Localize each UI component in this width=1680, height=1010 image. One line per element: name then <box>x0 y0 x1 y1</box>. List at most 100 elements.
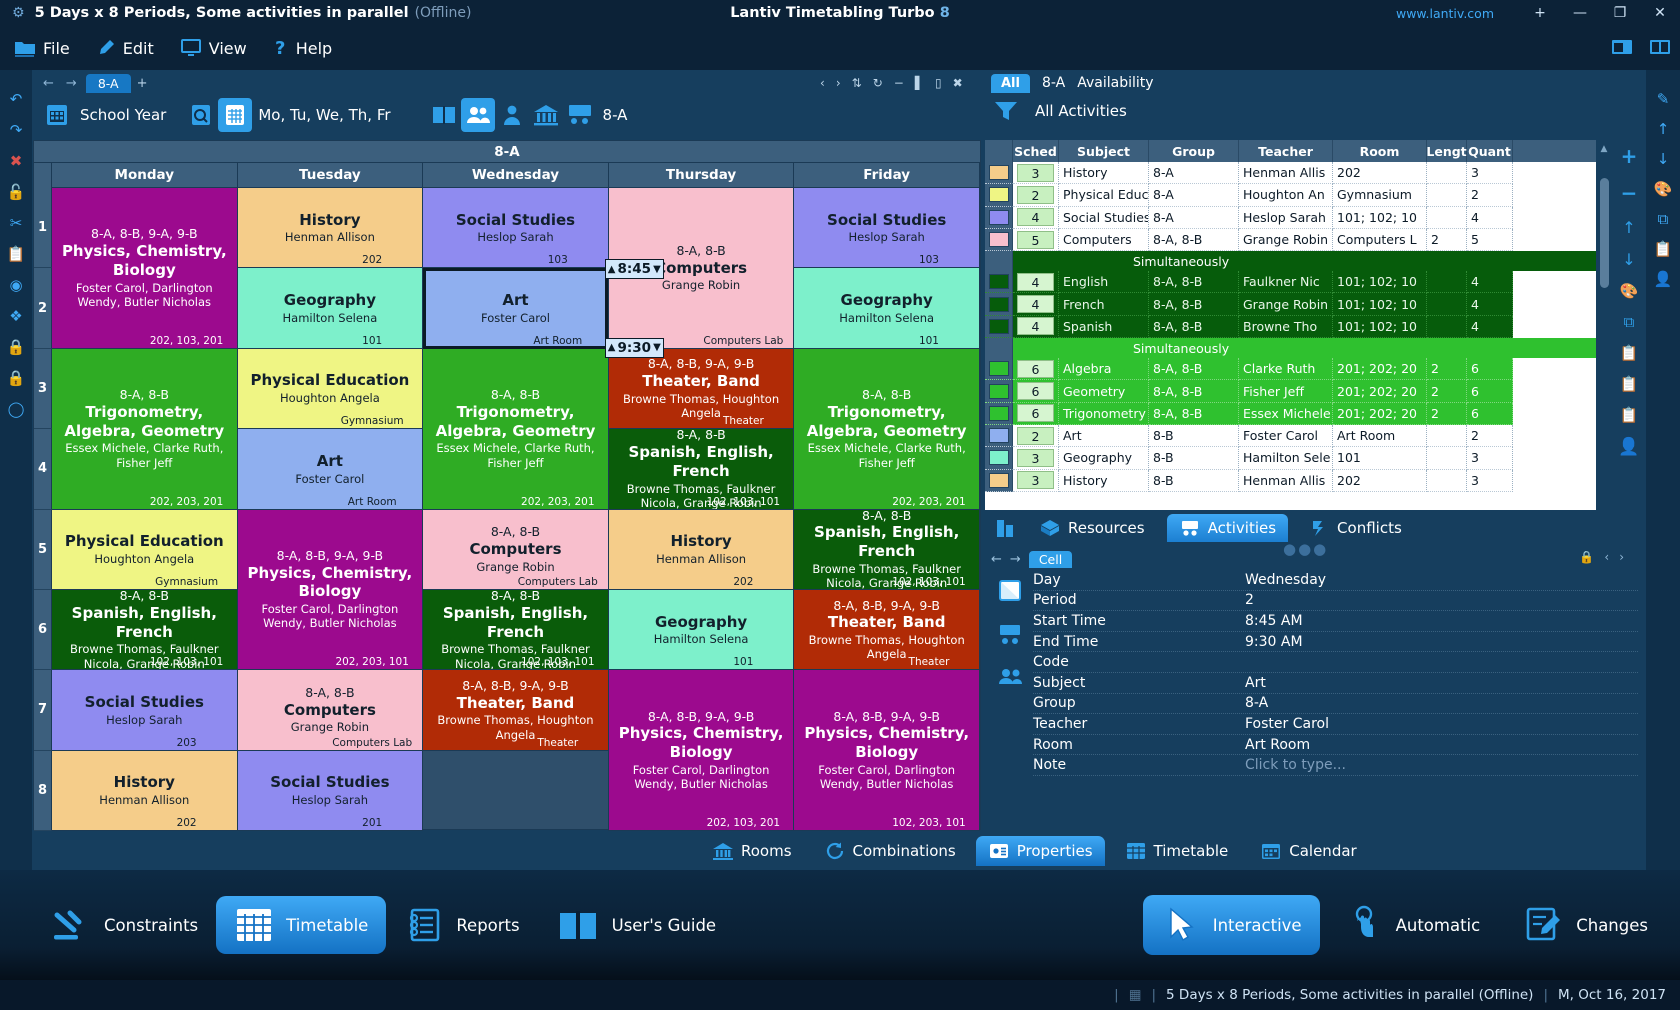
calendar-grid-icon[interactable] <box>40 98 74 132</box>
cell-subject[interactable]: Trigonometry <box>1059 402 1149 425</box>
close-icon[interactable]: ✖ <box>953 76 963 90</box>
col-length[interactable]: Lengt <box>1426 140 1467 162</box>
cell-teacher[interactable]: Hamilton Sele <box>1239 447 1333 470</box>
delete-icon[interactable]: ✖ <box>10 154 23 169</box>
timetable-cell[interactable]: 8-A, 8-B Trigonometry, Algebra, Geometry E… <box>52 348 237 510</box>
cell-sched[interactable]: 6 <box>1013 402 1059 425</box>
cell-length[interactable] <box>1427 447 1467 470</box>
prev-icon[interactable]: ‹ <box>820 76 825 90</box>
cell-quantity[interactable]: 6 <box>1467 358 1513 381</box>
cell-group[interactable]: 8-A <box>1149 184 1239 207</box>
cell-quantity[interactable]: 2 <box>1467 424 1513 448</box>
timetable-grid[interactable]: 8-A Monday Tuesday Wednesday Thursday Fr… <box>33 140 981 831</box>
bottom-tab-interactive[interactable]: Interactive <box>1142 895 1320 955</box>
property-row[interactable]: End Time 9:30 AM <box>1033 632 1638 653</box>
cell-sched[interactable]: 4 <box>1013 293 1059 316</box>
cell-subject[interactable]: Computers <box>1059 228 1149 252</box>
table-row[interactable]: 2 Physical Educ 8-A Houghton An Gymnasium 2 <box>985 184 1596 207</box>
cell-group[interactable]: 8-A, 8-B <box>1149 315 1239 339</box>
property-value[interactable]: Art <box>1245 675 1266 691</box>
property-row[interactable]: Note Click to type... <box>1033 755 1638 776</box>
property-value[interactable]: Foster Carol <box>1245 716 1329 732</box>
cell-teacher[interactable]: Henman Allis <box>1239 162 1333 185</box>
cell-length[interactable] <box>1427 315 1467 339</box>
property-value[interactable]: 8:45 AM <box>1245 613 1303 629</box>
tab-forward-button[interactable]: → <box>63 76 80 91</box>
cell-teacher[interactable]: Essex Michele <box>1239 402 1333 425</box>
timetable-cell[interactable]: 8-A, 8-B, 9-A, 9-B Theater, Band Browne Th… <box>423 670 608 751</box>
cell-sched[interactable]: 3 <box>1013 469 1059 492</box>
property-value[interactable]: Art Room <box>1245 737 1310 753</box>
cell-subject[interactable]: Art <box>1059 424 1149 448</box>
cell-room[interactable]: 101; 102; 10 <box>1333 271 1427 294</box>
paste-icon[interactable]: 📋 <box>1620 375 1639 393</box>
timetable-cell[interactable]: 8-A, 8-B Spanish, English, French Browne T… <box>794 509 979 590</box>
cell-group[interactable]: 8-B <box>1149 469 1239 492</box>
day-column-friday[interactable]: Social Studies Heslop Sarah 103 Geography Ha… <box>794 188 980 831</box>
table-row[interactable]: 6 Geometry 8-A, 8-B Fisher Jeff 201; 202; 20… <box>985 380 1596 403</box>
cell-sched[interactable]: 2 <box>1013 184 1059 207</box>
cell-sched[interactable]: 6 <box>1013 380 1059 403</box>
color-swatch-cell[interactable] <box>985 424 1013 448</box>
property-row[interactable]: Period 2 <box>1033 591 1638 612</box>
filter-icon[interactable] <box>991 98 1021 124</box>
property-row[interactable]: Day Wednesday <box>1033 570 1638 591</box>
col-room[interactable]: Room <box>1333 140 1427 162</box>
activities-scrollbar[interactable]: ▲ <box>1596 140 1612 510</box>
color-swatch-cell[interactable] <box>985 271 1013 294</box>
properties-back-button[interactable]: ← <box>991 552 1002 567</box>
timetable-cell[interactable]: Social Studies Heslop Sarah 203 <box>52 670 237 751</box>
cell-subject[interactable]: Social Studies <box>1059 206 1149 229</box>
day-column-monday[interactable]: 8-A, 8-B, 9-A, 9-B Physics, Chemistry, Bi… <box>52 188 238 831</box>
spinner-up-icon[interactable]: ▲ <box>608 264 616 275</box>
timetable-cell[interactable]: History Henman Allison 202 <box>52 750 237 831</box>
activities-table-body[interactable]: 3 History 8-A Henman Allis 202 3 2 Physical Edu… <box>985 162 1596 492</box>
cell-sched[interactable]: 4 <box>1013 315 1059 339</box>
next-icon[interactable]: › <box>836 76 841 90</box>
bottom-tab-timetable[interactable]: Timetable <box>216 896 387 954</box>
down-arrow-icon[interactable]: ↓ <box>1657 152 1670 167</box>
timetable-cell[interactable]: Art Foster Carol Art Room <box>423 268 608 349</box>
properties-rows[interactable]: Day Wednesday Period 2 Start Time 8:45 AM End … <box>1033 570 1646 776</box>
color-swatch-cell[interactable] <box>985 228 1013 252</box>
cell-subject[interactable]: Physical Educ <box>1059 184 1149 207</box>
table-row[interactable]: 2 Art 8-B Foster Carol Art Room 2 <box>985 424 1596 448</box>
tab-conflicts[interactable]: Conflicts <box>1298 514 1414 542</box>
timetable-cell[interactable]: 8-A, 8-B, 9-A, 9-B Physics, Chemistry, Bi… <box>52 188 237 349</box>
window-icon[interactable] <box>1610 37 1634 59</box>
table-row[interactable]: 4 Social Studies 8-A Heslop Sarah 101; 102; … <box>985 206 1596 229</box>
person-icon[interactable]: 👤 <box>1618 437 1639 457</box>
clipboard-icon[interactable]: 📋 <box>7 247 26 262</box>
book-icon[interactable] <box>427 98 461 132</box>
col-group[interactable]: Group <box>1149 140 1239 162</box>
col-quantity[interactable]: Quant <box>1467 140 1513 162</box>
cell-subject[interactable]: English <box>1059 271 1149 294</box>
clipboard-icon[interactable]: 📋 <box>1620 344 1639 362</box>
menu-edit[interactable]: Edit <box>96 38 154 58</box>
color-swatch-cell[interactable] <box>985 293 1013 316</box>
cell-group[interactable]: 8-A, 8-B <box>1149 293 1239 316</box>
property-value[interactable]: Click to type... <box>1245 757 1346 773</box>
copy-icon[interactable]: ⧉ <box>1658 212 1669 227</box>
cell-teacher[interactable]: Heslop Sarah <box>1239 206 1333 229</box>
cell-sched[interactable]: 5 <box>1013 228 1059 252</box>
table-row[interactable]: 3 Geography 8-B Hamilton Sele 101 3 <box>985 447 1596 470</box>
midtab-properties[interactable]: Properties <box>975 836 1105 866</box>
search-calendar-icon[interactable] <box>184 98 218 132</box>
timetable-cell[interactable]: 8-A, 8-B Spanish, English, French Browne T… <box>52 589 237 671</box>
cell-teacher[interactable]: Foster Carol <box>1239 424 1333 448</box>
palette-icon[interactable]: 🎨 <box>1654 182 1673 197</box>
cell-room[interactable]: 202 <box>1333 162 1427 185</box>
table-row[interactable]: 5 Computers 8-A, 8-B Grange Robin Computers … <box>985 228 1596 252</box>
cell-length[interactable]: 2 <box>1427 228 1467 252</box>
start-time-spinner[interactable]: ▲ 8:45 ▼ <box>604 259 664 280</box>
timetable-cell[interactable]: 8-A, 8-B, 9-A, 9-B Physics, Chemistry, Bi… <box>608 670 794 831</box>
lock-open-icon[interactable]: 🔓 <box>7 185 26 200</box>
property-value[interactable]: 9:30 AM <box>1245 634 1303 650</box>
table-row[interactable]: 4 English 8-A, 8-B Faulkner Nic 101; 102; 10… <box>985 271 1596 294</box>
cell-quantity[interactable]: 3 <box>1467 469 1513 492</box>
table-row[interactable]: 4 Spanish 8-A, 8-B Browne Tho 101; 102; 10 4 <box>985 315 1596 339</box>
person-icon[interactable]: 👤 <box>1654 272 1673 287</box>
tab-activities[interactable]: Activities <box>1166 514 1289 542</box>
timetable-cell[interactable]: 8-A, 8-B Trigonometry, Algebra, Geometry E… <box>794 348 979 510</box>
